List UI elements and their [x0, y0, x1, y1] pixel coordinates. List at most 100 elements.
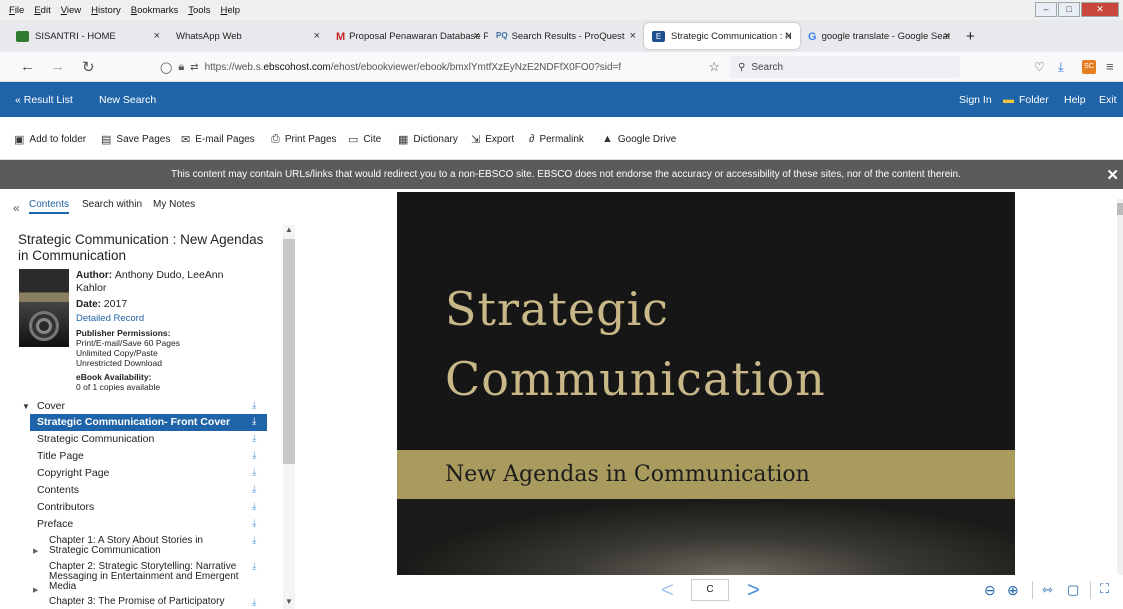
tab-strategic-communication[interactable]: E Strategic Communication : New ×: [644, 23, 800, 49]
tab-proposal[interactable]: M Proposal Penawaran Database P ×: [328, 23, 488, 49]
download-icon[interactable]: ⤓: [252, 501, 256, 512]
tab-whatsapp[interactable]: WhatsApp Web ×: [168, 23, 328, 49]
maximize-button[interactable]: □: [1058, 2, 1080, 17]
menu-view[interactable]: View: [61, 5, 81, 16]
new-search-link[interactable]: New Search: [99, 94, 156, 106]
new-tab-button[interactable]: +: [958, 23, 988, 49]
zoom-in-icon[interactable]: ⊕: [1007, 582, 1019, 599]
previous-page-icon[interactable]: <: [661, 577, 674, 603]
downloads-icon[interactable]: ⤓: [1058, 59, 1064, 75]
menu-edit[interactable]: Edit: [34, 5, 50, 16]
download-icon[interactable]: ⤓: [252, 535, 256, 546]
back-icon[interactable]: ←: [20, 58, 35, 75]
url-bar[interactable]: ◯ 🔒︎ ⇄ https://web.s. ebscohost.com/ehost…: [160, 56, 728, 78]
collapse-sidebar-button[interactable]: «: [13, 201, 20, 215]
export-button[interactable]: ⇲ Export: [471, 133, 514, 146]
close-tab-icon[interactable]: ×: [786, 30, 792, 42]
permalink-button[interactable]: ∂ Permalink: [529, 133, 584, 145]
scroll-up-icon[interactable]: ▲: [285, 225, 293, 234]
toc-item[interactable]: Title Page: [37, 450, 277, 462]
caret-right-icon[interactable]: ▶: [33, 586, 38, 594]
download-icon[interactable]: ⤓: [252, 467, 256, 478]
next-page-icon[interactable]: >: [747, 577, 760, 603]
close-window-button[interactable]: ✕: [1081, 2, 1119, 17]
save-pages-button[interactable]: ▤ Save Pages: [101, 133, 170, 146]
page-number-input[interactable]: C: [691, 579, 729, 601]
dictionary-button[interactable]: ▦ Dictionary: [398, 133, 458, 146]
download-icon[interactable]: ⤓: [252, 416, 256, 427]
tab-my-notes[interactable]: My Notes: [153, 199, 195, 210]
tab-search-within[interactable]: Search within: [82, 199, 142, 210]
caret-down-icon[interactable]: ▼: [22, 402, 30, 411]
toc-item[interactable]: Copyright Page: [37, 467, 277, 479]
detailed-record-link[interactable]: Detailed Record: [76, 313, 246, 325]
download-icon[interactable]: ⤓: [252, 433, 256, 444]
close-tab-icon[interactable]: ×: [474, 30, 480, 42]
pocket-icon[interactable]: ♡: [1034, 60, 1045, 74]
fullscreen-icon[interactable]: ⛶: [1100, 581, 1109, 597]
menu-history[interactable]: History: [91, 5, 121, 16]
add-to-folder-button[interactable]: ▣ Add to folder: [14, 133, 86, 146]
close-tab-icon[interactable]: ×: [944, 30, 950, 42]
close-tab-icon[interactable]: ×: [154, 30, 160, 42]
menu-file[interactable]: File: [9, 5, 24, 16]
google-drive-button[interactable]: ▲ Google Drive: [602, 133, 676, 145]
forward-icon[interactable]: →: [50, 58, 65, 75]
fit-page-icon[interactable]: ▢: [1067, 582, 1079, 598]
ebsco-favicon-icon: E: [652, 30, 665, 42]
navigation-bar: ← → ↻ ◯ 🔒︎ ⇄ https://web.s. ebscohost.com…: [0, 52, 1123, 82]
exit-link[interactable]: Exit: [1099, 94, 1117, 106]
help-link[interactable]: Help: [1064, 94, 1086, 106]
toc-item[interactable]: Contents: [37, 484, 277, 496]
reload-icon[interactable]: ↻: [82, 58, 95, 76]
menu-help[interactable]: Help: [220, 5, 240, 16]
close-tab-icon[interactable]: ×: [314, 30, 320, 42]
toc-item[interactable]: Chapter 1: A Story About Stories in Stra…: [49, 536, 239, 556]
viewer-scrollbar[interactable]: [1117, 199, 1123, 579]
toc-item[interactable]: Strategic Communication: [37, 433, 277, 445]
close-notice-icon[interactable]: ✕: [1106, 166, 1119, 184]
cover-staircase-image: [397, 499, 1015, 575]
extension-icon[interactable]: SC: [1082, 60, 1096, 74]
scroll-down-icon[interactable]: ▼: [285, 597, 293, 606]
toc-item[interactable]: Preface: [37, 518, 277, 530]
spiral-stairs-icon: [29, 311, 59, 341]
hamburger-menu-icon[interactable]: ≡: [1106, 59, 1114, 74]
download-icon[interactable]: ⤓: [252, 484, 256, 495]
result-list-link[interactable]: « Result List: [15, 94, 73, 106]
download-icon[interactable]: ⤓: [252, 561, 256, 572]
scrollbar-thumb[interactable]: [283, 239, 295, 464]
toc-item[interactable]: Contributors: [37, 501, 277, 513]
fit-width-icon[interactable]: ⇿: [1042, 582, 1053, 598]
download-icon[interactable]: ⤓: [252, 518, 256, 529]
folder-icon: ▬: [1003, 93, 1014, 106]
toc-item[interactable]: Chapter 2: Strategic Storytelling: Narra…: [49, 562, 244, 592]
browser-search-box[interactable]: ⚲ Search: [730, 56, 960, 78]
download-icon[interactable]: ⤓: [252, 450, 256, 461]
folder-add-icon: ▣: [14, 134, 25, 146]
cite-button[interactable]: ▭ Cite: [348, 133, 381, 146]
toc-item[interactable]: Cover: [37, 400, 277, 412]
download-icon[interactable]: ⤓: [252, 597, 256, 608]
viewer-scrollbar-thumb[interactable]: [1117, 203, 1123, 215]
toc-item-selected[interactable]: Strategic Communication- Front Cover: [37, 416, 277, 428]
close-tab-icon[interactable]: ×: [630, 30, 636, 42]
email-pages-button[interactable]: ✉ E-mail Pages: [181, 133, 255, 146]
sign-in-link[interactable]: Sign In: [959, 94, 992, 106]
minimize-button[interactable]: –: [1035, 2, 1057, 17]
menu-tools[interactable]: Tools: [188, 5, 210, 16]
proquest-favicon-icon: PQ: [496, 30, 508, 40]
toc-item[interactable]: Chapter 3: The Promise of Participatory: [49, 597, 249, 607]
download-icon[interactable]: ⤓: [252, 400, 256, 411]
tab-google-translate[interactable]: G google translate - Google Search ×: [800, 23, 958, 49]
folder-link[interactable]: Folder: [1019, 94, 1049, 106]
sidebar-scrollbar[interactable]: ▲ ▼: [283, 225, 295, 609]
tab-sisantri[interactable]: SISANTRI - HOME ×: [8, 23, 168, 49]
print-pages-button[interactable]: ⎙ Print Pages: [271, 133, 337, 146]
menu-bookmarks[interactable]: Bookmarks: [131, 5, 179, 16]
zoom-out-icon[interactable]: ⊖: [984, 582, 996, 599]
tab-proquest[interactable]: PQ Search Results - ProQuest ×: [488, 23, 644, 49]
caret-right-icon[interactable]: ▶: [33, 547, 38, 555]
bookmark-star-icon[interactable]: ☆: [708, 59, 720, 75]
tab-contents[interactable]: Contents: [29, 199, 70, 214]
